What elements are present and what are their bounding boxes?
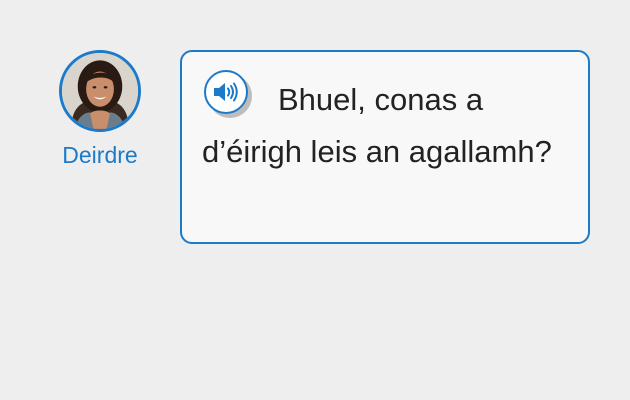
message-text: Bhuel, conas a d’éirigh leis an agallamh… xyxy=(202,82,552,169)
avatar-photo xyxy=(62,53,138,129)
avatar xyxy=(59,50,141,132)
speaker-name: Deirdre xyxy=(62,142,138,168)
speech-bubble: Bhuel, conas a d’éirigh leis an agallamh… xyxy=(180,50,590,244)
speaker: Deirdre xyxy=(56,50,144,169)
